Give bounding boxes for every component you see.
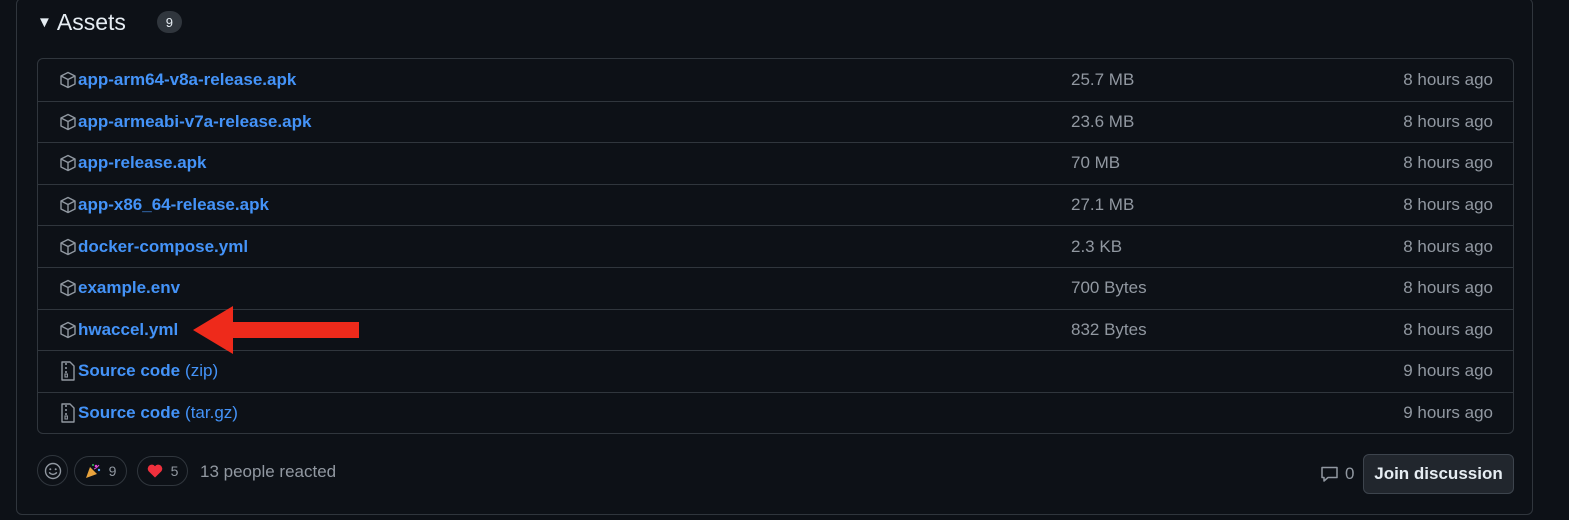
tada-count: 9 (108, 463, 117, 479)
package-icon (59, 279, 77, 297)
comment-count[interactable]: 0 (1320, 464, 1354, 484)
asset-name: Source code (78, 403, 181, 423)
asset-link[interactable]: Source code (tar.gz) (78, 403, 238, 423)
asset-size: 27.1 MB (1071, 195, 1135, 215)
heart-icon (147, 464, 162, 478)
package-icon (59, 196, 77, 214)
tada-icon (85, 464, 100, 478)
asset-size: 25.7 MB (1071, 69, 1135, 89)
comment-count-value: 0 (1345, 464, 1355, 483)
asset-name: example.env (78, 278, 181, 298)
asset-name: hwaccel.yml (78, 319, 179, 339)
package-icon (59, 238, 77, 256)
asset-time: 8 hours ago (1403, 111, 1493, 131)
asset-name: docker-compose.yml (78, 236, 249, 256)
file-zip-icon (59, 361, 77, 382)
asset-size: 832 Bytes (1071, 319, 1147, 339)
asset-time: 9 hours ago (1403, 403, 1493, 423)
assets-header[interactable]: ▼ Assets 9 (37, 6, 182, 38)
file-zip-icon (59, 403, 77, 423)
asset-size: 70 MB (1071, 153, 1121, 173)
caret-down-icon[interactable]: ▼ (37, 15, 52, 30)
assets-count-badge: 9 (156, 11, 182, 33)
asset-link[interactable]: hwaccel.yml (78, 320, 178, 340)
asset-link[interactable]: example.env (78, 278, 180, 298)
asset-time: 8 hours ago (1403, 278, 1493, 298)
asset-link[interactable]: app-arm64-v8a-release.apk (78, 70, 296, 90)
asset-time: 8 hours ago (1403, 236, 1493, 256)
asset-row: example.env 700 Bytes 8 hours ago (38, 266, 1513, 309)
heart-reaction-button[interactable]: 5 (137, 456, 188, 486)
package-icon (59, 321, 77, 339)
asset-name: app-armeabi-v7a-release.apk (78, 111, 312, 131)
asset-row: app-arm64-v8a-release.apk 25.7 MB 8 hour… (38, 59, 1513, 101)
reactions-summary: 13 people reacted (200, 462, 337, 481)
asset-link[interactable]: docker-compose.yml (78, 237, 248, 257)
asset-link[interactable]: app-x86_64-release.apk (78, 195, 269, 215)
assets-title[interactable]: Assets (57, 9, 126, 36)
asset-time: 8 hours ago (1403, 195, 1493, 215)
asset-name: app-x86_64-release.apk (78, 195, 269, 215)
asset-size: 700 Bytes (1071, 278, 1147, 298)
tada-reaction-button[interactable]: 9 (74, 456, 127, 486)
asset-name: app-release.apk (78, 153, 207, 173)
asset-time: 8 hours ago (1403, 319, 1493, 339)
asset-row: docker-compose.yml 2.3 KB 8 hours ago (38, 225, 1513, 267)
asset-name-suffix: (tar.gz) (185, 403, 238, 423)
asset-link[interactable]: app-release.apk (78, 153, 207, 173)
asset-time: 8 hours ago (1403, 153, 1493, 173)
comment-icon (1321, 466, 1338, 482)
asset-row: Source code (tar.gz) 9 hours ago (38, 391, 1513, 433)
asset-row: app-armeabi-v7a-release.apk 23.6 MB 8 ho… (38, 100, 1513, 143)
asset-time: 8 hours ago (1403, 69, 1493, 89)
asset-name-suffix: (zip) (185, 361, 219, 381)
heart-count: 5 (170, 463, 179, 479)
release-footer: 9 5 13 people reacted 0 Join discussion (37, 454, 1514, 494)
asset-link[interactable]: Source code (zip) (78, 361, 218, 381)
package-icon (59, 154, 77, 172)
asset-link[interactable]: app-armeabi-v7a-release.apk (78, 112, 311, 132)
package-icon (59, 113, 77, 131)
asset-size: 23.6 MB (1071, 111, 1135, 131)
red-arrow-shape (193, 306, 359, 354)
asset-row: app-release.apk 70 MB 8 hours ago (38, 142, 1513, 184)
join-discussion-button[interactable]: Join discussion (1363, 454, 1514, 494)
asset-row: Source code (zip) 9 hours ago (38, 350, 1513, 392)
asset-time: 9 hours ago (1403, 361, 1493, 381)
package-icon (59, 71, 77, 89)
asset-list: app-arm64-v8a-release.apk 25.7 MB 8 hour… (37, 58, 1514, 434)
asset-size: 2.3 KB (1071, 236, 1123, 256)
asset-name: app-arm64-v8a-release.apk (78, 69, 297, 89)
asset-row: app-x86_64-release.apk 27.1 MB 8 hours a… (38, 183, 1513, 226)
add-reaction-button[interactable] (37, 455, 68, 486)
red-arrow-annotation (193, 306, 359, 354)
asset-name: Source code (78, 361, 181, 381)
smiley-icon (44, 462, 61, 479)
